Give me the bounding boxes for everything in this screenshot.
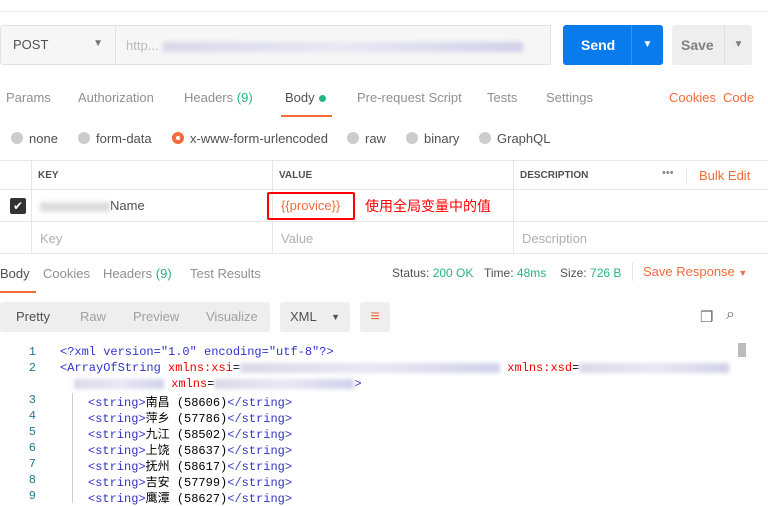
line-number: 7 (28, 457, 36, 471)
table-header: KEY VALUE DESCRIPTION ••• Bulk Edit (0, 161, 768, 190)
table-row: ✔ Name {{provice}} 使用全局变量中的值 (0, 190, 768, 222)
radio-none[interactable]: none (11, 131, 58, 146)
tab-pre-request-script[interactable]: Pre-request Script (357, 90, 462, 105)
code-line: <?xml version="1.0" encoding="utf-8"?> (60, 345, 334, 359)
top-bar (0, 0, 768, 12)
table-row-empty: Key Value Description (0, 222, 768, 254)
send-dropdown[interactable]: ▼ (631, 25, 663, 65)
line-number: 2 (28, 361, 36, 375)
line-number: 5 (28, 425, 36, 439)
radio-x-www-form-urlencoded[interactable]: x-www-form-urlencoded (172, 131, 328, 146)
size-info: Size: 726 B (560, 266, 622, 280)
save-label: Save (681, 37, 714, 53)
key-value: Name (110, 198, 145, 213)
line-number: 4 (28, 409, 36, 423)
search-icon[interactable]: ⌕ (726, 306, 735, 324)
blurred-url (162, 41, 523, 52)
description-cell[interactable] (513, 190, 768, 221)
bulk-edit-link[interactable]: Bulk Edit (686, 168, 750, 183)
key-cell[interactable]: Name (31, 190, 272, 221)
wrap-lines-icon[interactable]: ≡ (360, 302, 390, 332)
save-button[interactable]: Save ▼ (672, 25, 752, 65)
radio-binary[interactable]: binary (406, 131, 459, 146)
tab-settings[interactable]: Settings (546, 90, 593, 105)
code-line: <ArrayOfString xmlns:xsi= xmlns:xsd= (60, 361, 730, 375)
line-number: 1 (28, 345, 36, 359)
code-line: <string>南昌 (58606)</string> (88, 395, 293, 410)
save-response-button[interactable]: Save Response ▼ (632, 262, 747, 281)
response-tab-cookies[interactable]: Cookies (43, 266, 90, 281)
key-input[interactable]: Key (31, 222, 272, 253)
code-line: <string>上饶 (58637)</string> (88, 443, 293, 458)
tab-params[interactable]: Params (6, 90, 51, 105)
highlight-box (267, 192, 355, 220)
more-options-icon[interactable]: ••• (662, 167, 674, 179)
code-line-wrap: xmlns= > (74, 377, 362, 391)
send-label: Send (581, 37, 616, 53)
tab-tests[interactable]: Tests (487, 90, 517, 105)
scrollbar[interactable] (738, 343, 746, 357)
line-number: 8 (28, 473, 36, 487)
description-input[interactable]: Description (513, 222, 768, 253)
save-dropdown[interactable]: ▼ (724, 25, 752, 65)
send-button[interactable]: Send ▼ (563, 25, 663, 65)
row-checkbox[interactable]: ✔ (10, 198, 26, 214)
response-tab-test-results[interactable]: Test Results (190, 266, 261, 281)
chevron-down-icon: ▼ (93, 38, 103, 49)
annotation-text: 使用全局变量中的值 (365, 198, 491, 214)
value-input[interactable]: Value (272, 222, 513, 253)
cookies-link[interactable]: Cookies (669, 90, 716, 105)
pretty-button[interactable]: Pretty (16, 302, 50, 332)
value-header: VALUE (279, 170, 313, 181)
code-line: <string>鹰潭 (58627)</string> (88, 491, 293, 506)
raw-button[interactable]: Raw (80, 302, 106, 332)
request-tabs: Params Authorization Headers (9) Body Pr… (0, 90, 768, 118)
params-table: KEY VALUE DESCRIPTION ••• Bulk Edit ✔ Na… (0, 160, 768, 254)
time-info: Time: 48ms (484, 266, 547, 280)
format-select[interactable]: XML ▼ (280, 302, 350, 332)
blurred-key (40, 201, 110, 212)
key-header: KEY (38, 170, 59, 181)
tab-label: Body (285, 90, 315, 105)
code-line: <string>萍乡 (57786)</string> (88, 411, 293, 426)
response-tabs: Body Cookies Headers (9) Test Results St… (0, 262, 768, 293)
method-select[interactable]: POST ▼ (0, 25, 116, 65)
method-label: POST (13, 37, 49, 52)
radio-graphql[interactable]: GraphQL (479, 131, 550, 146)
code-line: <string>抚州 (58617)</string> (88, 459, 293, 474)
preview-button[interactable]: Preview (133, 302, 179, 332)
code-link[interactable]: Code (723, 90, 754, 105)
code-line: <string>九江 (58502)</string> (88, 427, 293, 442)
tab-authorization[interactable]: Authorization (78, 90, 154, 105)
line-number: 6 (28, 441, 36, 455)
headers-count: (9) (236, 90, 253, 105)
url-input[interactable]: http... (116, 25, 551, 65)
body-type-radios: none form-data x-www-form-urlencoded raw… (0, 131, 768, 149)
radio-raw[interactable]: raw (347, 131, 386, 146)
copy-icon[interactable]: ❐ (700, 308, 713, 326)
status-info: Status: 200 OK (392, 266, 474, 280)
tab-body[interactable]: Body (281, 90, 332, 117)
response-tab-body[interactable]: Body (0, 266, 36, 293)
response-tab-headers[interactable]: Headers (9) (103, 266, 172, 281)
view-mode-group: Pretty Raw Preview Visualize (0, 302, 270, 332)
code-line: <string>吉安 (57799)</string> (88, 475, 293, 490)
active-dot (318, 95, 326, 103)
visualize-button[interactable]: Visualize (206, 302, 258, 332)
url-text: http... (126, 38, 159, 53)
line-number: 3 (28, 393, 36, 407)
tab-label: Headers (184, 90, 234, 105)
description-header: DESCRIPTION (520, 170, 589, 181)
radio-form-data[interactable]: form-data (78, 131, 152, 146)
tab-headers[interactable]: Headers (9) (184, 90, 253, 105)
